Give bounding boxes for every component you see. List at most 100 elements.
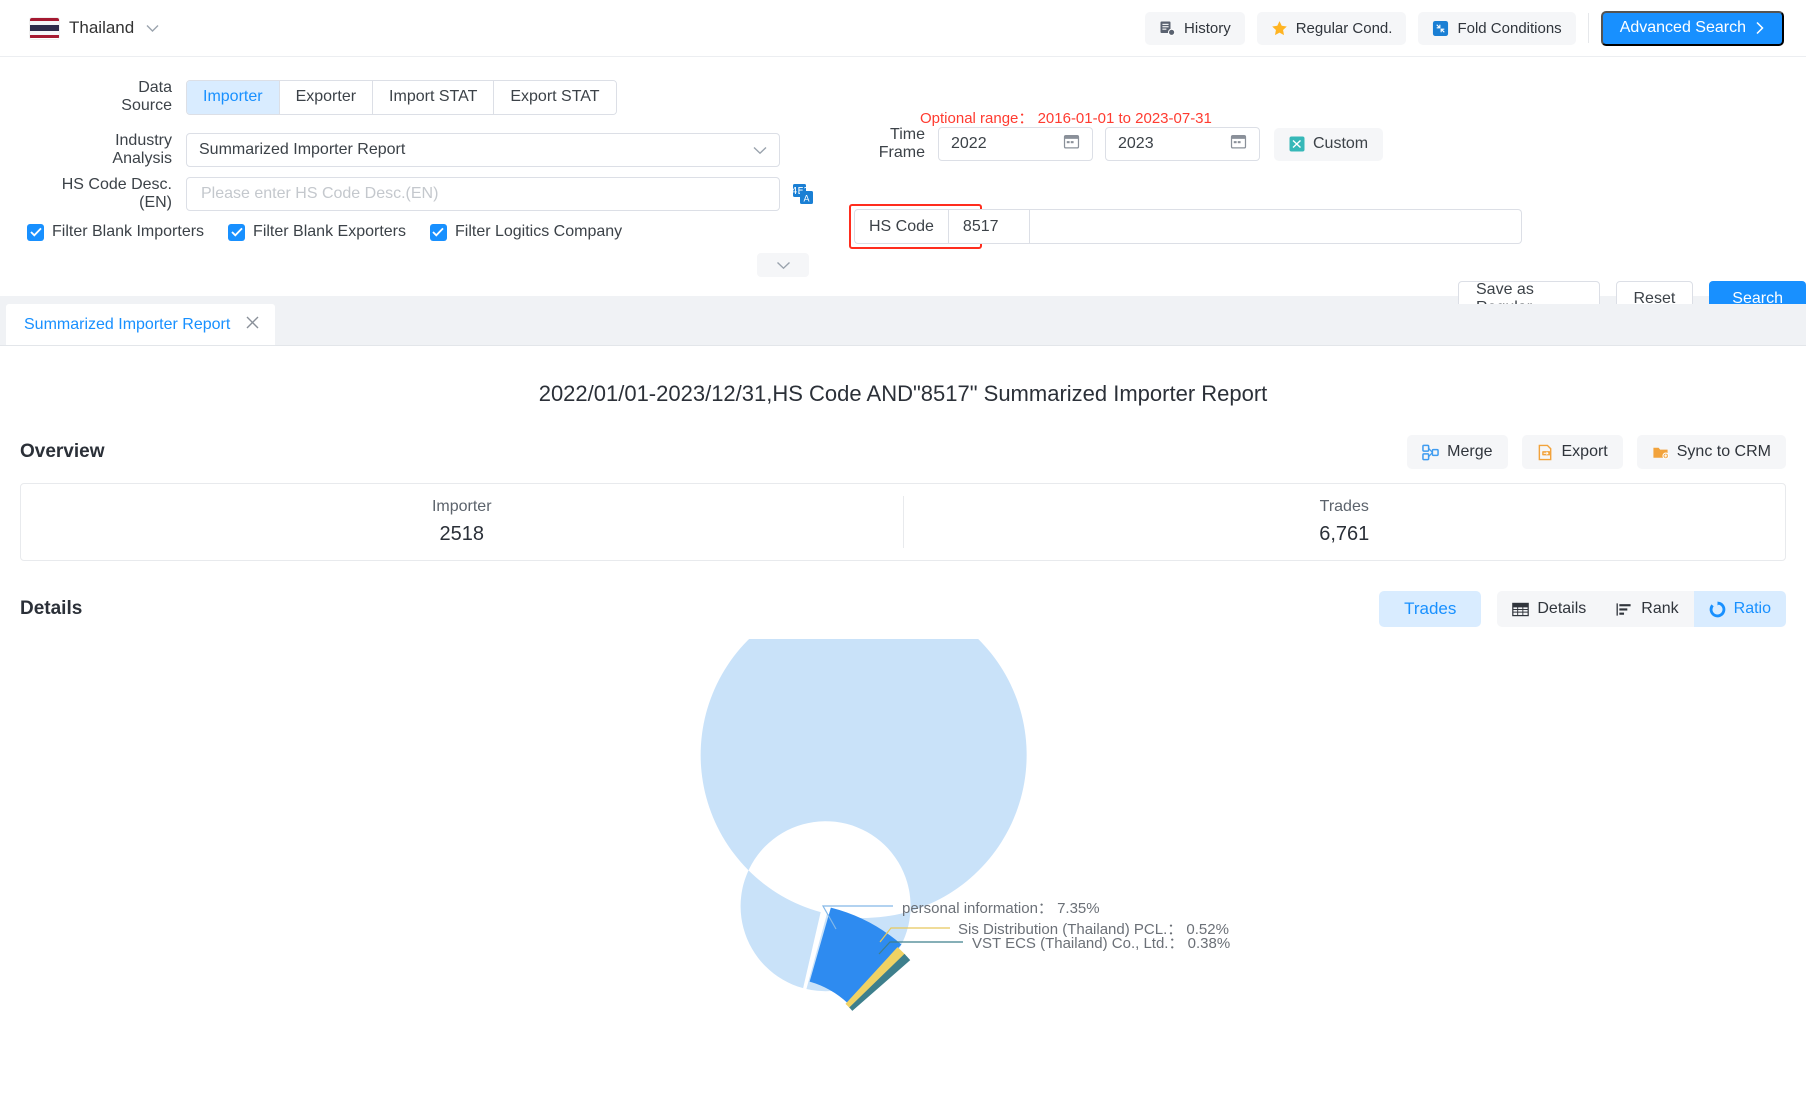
tab-exporter[interactable]: Exporter xyxy=(279,80,374,114)
tab-import-stat[interactable]: Import STAT xyxy=(373,80,495,114)
country-label: Thailand xyxy=(69,18,135,37)
data-source-label: Data Source xyxy=(121,79,172,114)
stat-importer-value: 2518 xyxy=(439,523,485,545)
checkbox-filter-blank-exporters[interactable]: Filter Blank Exporters xyxy=(228,223,406,241)
details-tab-ratio[interactable]: Ratio xyxy=(1693,591,1786,627)
checkbox-filter-logitics-company[interactable]: Filter Logitics Company xyxy=(429,223,623,241)
details-view-switch: Trades Details Rank Ratio xyxy=(1379,591,1786,627)
thailand-flag-icon xyxy=(30,17,59,39)
checkbox-label: Filter Blank Importers xyxy=(52,223,205,240)
label-personal-information: personal information： 7.35% xyxy=(902,900,1100,917)
merge-button[interactable]: Merge xyxy=(1407,435,1508,469)
calendar-icon xyxy=(1230,133,1247,155)
details-tab-ratio-label: Ratio xyxy=(1733,600,1771,617)
time-frame-to-value: 2023 xyxy=(1118,135,1154,152)
details-tab-rank[interactable]: Rank xyxy=(1601,591,1694,627)
rank-icon xyxy=(1616,602,1633,617)
overview-stats-card: Importer 2518 Trades 6,761 xyxy=(20,483,1786,561)
time-frame-from[interactable]: 2022 xyxy=(938,127,1093,161)
hs-code-label[interactable]: HS Code xyxy=(854,209,948,244)
hs-code-desc-input-wrap xyxy=(186,177,780,211)
details-tab-trades[interactable]: Trades xyxy=(1379,591,1482,627)
time-frame-from-value: 2022 xyxy=(951,135,987,152)
fold-icon xyxy=(1432,20,1449,37)
details-title: Details xyxy=(20,598,83,619)
merge-icon xyxy=(1422,444,1439,461)
advanced-search-label: Advanced Search xyxy=(1619,19,1746,36)
hs-code-group: HS Code 8517 xyxy=(854,209,1030,244)
checkbox-filter-blank-importers[interactable]: Filter Blank Importers xyxy=(27,223,204,241)
donut-svg xyxy=(700,639,1027,1011)
sync-to-crm-label: Sync to CRM xyxy=(1676,443,1771,460)
optional-range-note: Optional range： 2016-01-01 to 2023-07-31 xyxy=(920,110,1212,127)
advanced-search-button[interactable]: Advanced Search xyxy=(1600,10,1784,46)
checkbox-label: Filter Logitics Company xyxy=(454,223,623,240)
details-header: Details Trades Details Rank Ratio xyxy=(0,591,1806,627)
custom-label: Custom xyxy=(1313,135,1369,152)
regular-cond-button[interactable]: Regular Cond. xyxy=(1256,11,1407,45)
donut-slices xyxy=(700,639,1027,1011)
details-view-group: Details Rank Ratio xyxy=(1497,591,1786,627)
top-bar: Thailand History Regular Cond. Fold Cond… xyxy=(0,0,1806,57)
export-icon xyxy=(1537,444,1554,461)
time-frame-row: Time Frame 2022 2023 Custom xyxy=(843,126,1384,162)
overview-header: Overview Merge Export Sync to CRM xyxy=(0,435,1806,469)
table-icon xyxy=(1512,602,1530,617)
tab-export-stat[interactable]: Export STAT xyxy=(494,80,616,114)
fold-conditions-button[interactable]: Fold Conditions xyxy=(1418,11,1576,45)
chevron-down-icon xyxy=(146,21,159,36)
check-icon xyxy=(27,223,44,241)
close-icon[interactable] xyxy=(246,316,259,334)
top-bar-actions: History Regular Cond. Fold Conditions Ad… xyxy=(1145,10,1806,46)
stat-importer-label: Importer xyxy=(431,498,492,515)
history-button[interactable]: History xyxy=(1145,11,1245,45)
stat-importer: Importer 2518 xyxy=(21,498,903,546)
history-label: History xyxy=(1184,19,1231,37)
data-source-row: Data Source Importer Exporter Import STA… xyxy=(92,79,617,115)
overview-title: Overview xyxy=(20,441,105,462)
filters-row: Filter Blank Importers Filter Blank Expo… xyxy=(27,223,622,241)
hs-code-desc-input[interactable] xyxy=(199,184,767,204)
hs-code-desc-row: HS Code Desc.(EN) \u4E2D A xyxy=(38,176,814,212)
check-icon xyxy=(429,223,447,241)
country-selector[interactable]: Thailand xyxy=(30,17,159,39)
expand-more-toggle[interactable] xyxy=(757,253,809,277)
overview-actions: Merge Export Sync to CRM xyxy=(1407,435,1786,469)
translate-icon[interactable]: \u4E2D A xyxy=(792,183,814,205)
stat-trades-value: 6,761 xyxy=(1319,523,1370,545)
sync-to-crm-button[interactable]: Sync to CRM xyxy=(1636,435,1786,469)
details-tab-rank-label: Rank xyxy=(1641,600,1679,617)
hs-code-desc-label: HS Code Desc.(EN) xyxy=(61,176,172,211)
industry-analysis-value: Summarized Importer Report xyxy=(199,141,406,158)
merge-label: Merge xyxy=(1447,443,1493,460)
history-icon xyxy=(1159,20,1176,37)
export-label: Export xyxy=(1561,443,1608,460)
hs-code-value[interactable]: 8517 xyxy=(947,209,1030,244)
page-title: 2022/01/01-2023/12/31,HS Code AND"8517" … xyxy=(538,381,1268,406)
stat-trades: Trades 6,761 xyxy=(904,498,1786,546)
time-frame-to[interactable]: 2023 xyxy=(1105,127,1260,161)
export-button[interactable]: Export xyxy=(1521,435,1623,469)
details-tab-details-label: Details xyxy=(1537,600,1587,617)
time-frame-label: Time Frame xyxy=(878,126,925,161)
industry-analysis-row: Industry Analysis Summarized Importer Re… xyxy=(57,132,780,168)
tab-strip: Summarized Importer Report xyxy=(0,304,1806,346)
industry-analysis-select[interactable]: Summarized Importer Report xyxy=(186,133,780,167)
tab-label: Summarized Importer Report xyxy=(24,315,231,333)
custom-range-button[interactable]: Custom xyxy=(1274,127,1384,161)
label-vst-ecs: VST ECS (Thailand) Co., Ltd.： 0.38% xyxy=(972,935,1231,952)
check-icon xyxy=(228,223,246,241)
ratio-donut-chart: personal information： 7.35% Sis Distribu… xyxy=(0,639,1806,1059)
industry-analysis-label: Industry Analysis xyxy=(112,132,172,167)
checkbox-label: Filter Blank Exporters xyxy=(253,223,406,240)
tab-summarized-importer-report[interactable]: Summarized Importer Report xyxy=(6,304,276,345)
ratio-icon xyxy=(1709,601,1726,618)
calendar-icon xyxy=(1063,133,1080,155)
regular-cond-label: Regular Cond. xyxy=(1295,19,1393,37)
stat-trades-label: Trades xyxy=(1319,498,1369,515)
hs-code-extra-field[interactable] xyxy=(982,209,1522,244)
details-tab-details[interactable]: Details xyxy=(1497,591,1602,627)
chevron-down-icon xyxy=(753,142,767,158)
tab-importer[interactable]: Importer xyxy=(187,80,280,114)
chevron-right-icon xyxy=(1755,21,1765,35)
